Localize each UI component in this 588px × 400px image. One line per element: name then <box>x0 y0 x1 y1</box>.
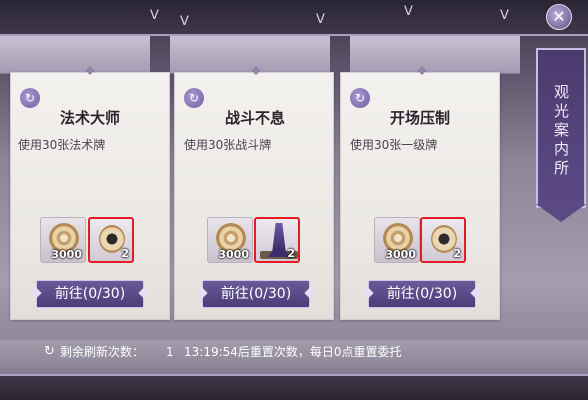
ribbon-icon: ❖ <box>250 64 262 78</box>
card-title: 法术大师 <box>59 109 120 127</box>
refresh-quest-icon[interactable]: ↻ <box>184 88 204 108</box>
banner-tail <box>536 204 586 222</box>
refresh-label: 剩余刷新次数： <box>60 345 145 359</box>
cost-amount: 3000 <box>385 248 416 261</box>
refresh-icon: ↻ <box>44 344 55 359</box>
cost-item[interactable]: 3000 <box>374 217 420 263</box>
card-description: 使用30张法术牌 <box>18 138 106 152</box>
refresh-quest-icon[interactable]: ↻ <box>350 88 370 108</box>
cost-amount: 3000 <box>51 248 82 261</box>
reset-info: 13:19:54后重置次数，每日0点重置委托 <box>184 345 402 359</box>
bird-icon: ᐯ <box>180 14 189 29</box>
cost-item[interactable]: 3000 <box>40 217 86 263</box>
reward-item[interactable]: 2 <box>88 217 134 263</box>
banner-title: 观光案内所 <box>552 84 570 179</box>
card-title: 战斗不息 <box>224 109 285 127</box>
goto-button[interactable]: 前往(0/30) <box>36 280 144 308</box>
reward-count: 2 <box>121 247 129 260</box>
reward-item[interactable]: 2 <box>420 217 466 263</box>
close-button[interactable]: ✕ <box>546 4 572 30</box>
cost-amount: 3000 <box>218 248 249 261</box>
cost-item[interactable]: 3000 <box>207 217 253 263</box>
refresh-count: 1 <box>166 345 174 359</box>
refresh-quest-icon[interactable]: ↻ <box>20 88 40 108</box>
card-description: 使用30张一级牌 <box>350 138 438 152</box>
card-description: 使用30张战斗牌 <box>184 138 272 152</box>
ribbon-icon: ❖ <box>84 64 96 78</box>
goto-button[interactable]: 前往(0/30) <box>202 280 310 308</box>
bird-icon: ᐯ <box>150 8 159 23</box>
bottom-edge <box>0 374 588 400</box>
bird-icon: ᐯ <box>500 8 509 23</box>
reward-count: 2 <box>453 247 461 260</box>
bird-icon: ᐯ <box>404 4 413 19</box>
ribbon-icon: ❖ <box>416 64 428 78</box>
reward-count: 2 <box>287 247 295 260</box>
card-title: 开场压制 <box>389 109 450 127</box>
reward-item[interactable]: 2 <box>254 217 300 263</box>
bird-icon: ᐯ <box>316 12 325 27</box>
goto-button[interactable]: 前往(0/30) <box>368 280 476 308</box>
